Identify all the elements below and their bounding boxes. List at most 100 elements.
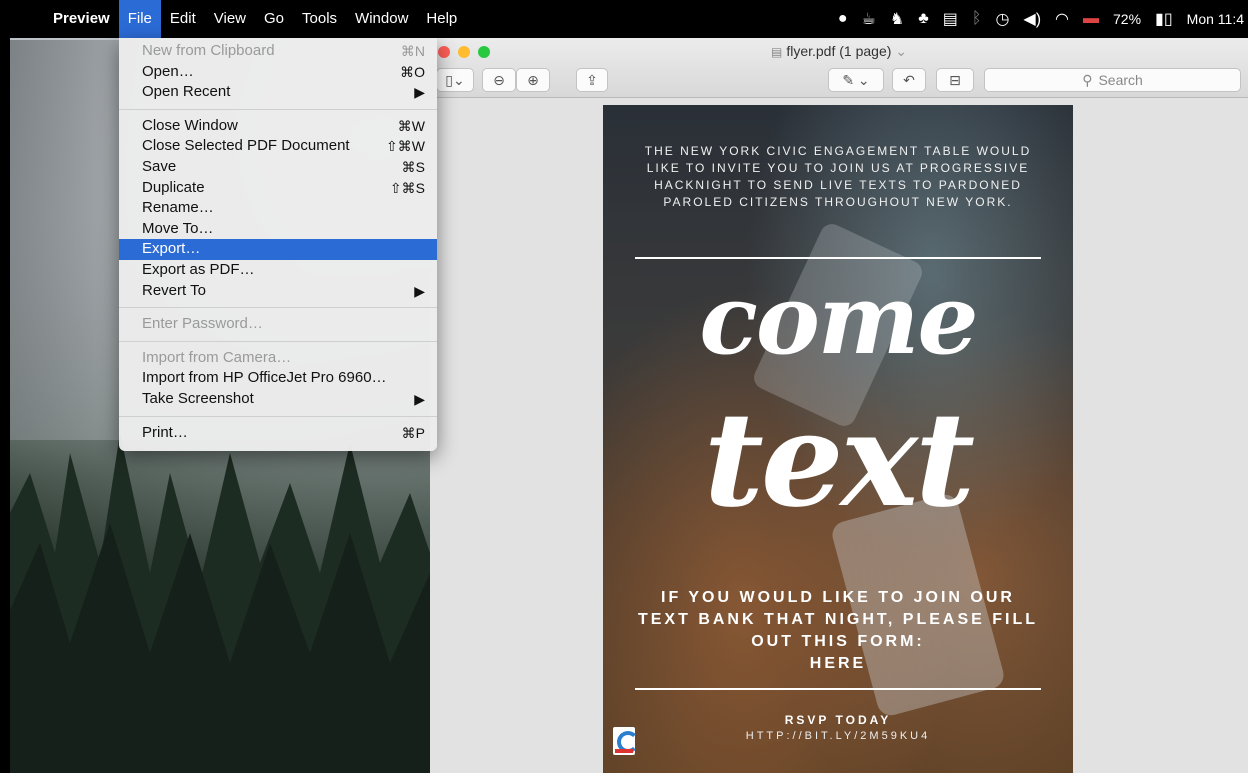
- share-icon: ⇪: [586, 71, 598, 88]
- chevron-down-icon: ⌄: [895, 43, 908, 59]
- share-button[interactable]: ⇪: [576, 68, 608, 92]
- menu-item-save[interactable]: Save ⌘S: [119, 157, 437, 178]
- markup-button[interactable]: ✎ ⌄: [828, 68, 884, 92]
- search-icon: ⚲: [1082, 71, 1093, 88]
- bird-icon[interactable]: ♣: [918, 10, 929, 28]
- menu-view[interactable]: View: [205, 0, 255, 38]
- menu-preview[interactable]: Preview: [44, 0, 119, 38]
- menu-item-close-window[interactable]: Close Window ⌘W: [119, 116, 437, 137]
- clock[interactable]: Mon 11:4: [1187, 11, 1244, 27]
- sidebar-icon: ▯⌄: [445, 71, 465, 88]
- menu-item-shortcut: ⌘N: [400, 43, 425, 59]
- menu-item-label: Save: [142, 157, 177, 175]
- menu-item-import-from-hp-officejet-pro-6960[interactable]: Import from HP OfficeJet Pro 6960…: [119, 368, 437, 389]
- document-view[interactable]: THE NEW YORK CIVIC ENGAGEMENT TABLE WOUL…: [430, 98, 1248, 773]
- menu-item-label: Export as PDF…: [142, 260, 255, 278]
- menu-file[interactable]: File: [118, 0, 161, 38]
- menu-item-shortcut: ⌘P: [401, 424, 425, 441]
- wifi-icon[interactable]: ◠: [1055, 9, 1069, 29]
- coffee-icon[interactable]: ☕: [862, 9, 876, 29]
- flyer-headline-text: text: [703, 383, 975, 536]
- submenu-arrow-icon: ▶: [414, 390, 425, 407]
- menu-item-label: Export…: [142, 240, 201, 258]
- menu-item-label: Enter Password…: [142, 315, 263, 333]
- menu-item-label: Take Screenshot: [142, 389, 254, 407]
- flyer-call-to-action: IF YOU WOULD LIKE TO JOIN OUR TEXT BANK …: [633, 587, 1043, 675]
- menu-item-duplicate[interactable]: Duplicate ⇧⌘S: [119, 178, 437, 199]
- zoom-in-button[interactable]: ⊕: [516, 68, 550, 92]
- volume-icon[interactable]: ◀): [1023, 9, 1041, 29]
- search-placeholder: Search: [1098, 72, 1143, 88]
- menu-bar: Preview File Edit View Go Tools Window H…: [0, 0, 1248, 38]
- menu-item-label: Open Recent: [142, 83, 231, 101]
- menu-item-shortcut: ⇧⌘S: [389, 179, 425, 196]
- flyer-headline-come: come: [699, 263, 978, 376]
- bluetooth-icon[interactable]: ᛒ: [972, 10, 982, 28]
- menu-item-rename[interactable]: Rename…: [119, 198, 437, 219]
- flyer-cta-link[interactable]: HERE: [633, 653, 1043, 675]
- zoom-out-icon: ⊖: [493, 71, 505, 88]
- menu-help[interactable]: Help: [417, 0, 466, 38]
- menu-item-shortcut: ⌘S: [401, 158, 425, 175]
- flag-icon[interactable]: ▬: [1083, 10, 1099, 28]
- pdf-file-icon: ▤: [770, 45, 783, 59]
- menu-item-print[interactable]: Print… ⌘P: [119, 423, 437, 444]
- menu-item-enter-password: Enter Password…: [119, 314, 437, 335]
- flyer-intro: THE NEW YORK CIVIC ENGAGEMENT TABLE WOUL…: [644, 144, 1032, 209]
- toolbox-icon: ⊟: [949, 71, 961, 88]
- menu-item-export[interactable]: Export…: [119, 239, 437, 260]
- menu-item-move-to[interactable]: Move To…: [119, 219, 437, 240]
- document-title[interactable]: ▤ flyer.pdf (1 page) ⌄: [430, 43, 1248, 60]
- menu-separator: [119, 307, 437, 309]
- menu-item-shortcut: ⌘W: [397, 117, 425, 134]
- zoom-out-button[interactable]: ⊖: [482, 68, 516, 92]
- clipboard-icon[interactable]: ▤: [943, 9, 958, 29]
- battery-percentage: 72%: [1113, 11, 1142, 27]
- menu-item-label: Print…: [142, 423, 188, 441]
- menu-item-label: New from Clipboard: [142, 42, 275, 59]
- rotate-button[interactable]: ↶: [892, 68, 926, 92]
- menu-item-label: Duplicate: [142, 178, 205, 196]
- flyer-divider-top: [635, 257, 1041, 259]
- menu-item-label: Move To…: [142, 219, 214, 237]
- app-status-icon-1[interactable]: ●: [838, 10, 848, 28]
- menu-tools[interactable]: Tools: [293, 0, 346, 38]
- menu-window[interactable]: Window: [346, 0, 417, 38]
- window-toolbar: ▤ flyer.pdf (1 page) ⌄ ▯⌄ ⊖ ⊕ ⇪ ✎ ⌄ ↶ ⊟ ⚲…: [430, 38, 1248, 98]
- document-title-text: flyer.pdf (1 page): [786, 43, 892, 59]
- menu-item-take-screenshot[interactable]: Take Screenshot ▶: [119, 389, 437, 410]
- menu-go[interactable]: Go: [255, 0, 293, 38]
- submenu-arrow-icon: ▶: [414, 282, 425, 299]
- time-machine-icon[interactable]: ◷: [995, 9, 1009, 29]
- battery-icon[interactable]: ▮▯: [1155, 9, 1173, 29]
- search-field[interactable]: ⚲ Search: [984, 68, 1241, 92]
- menu-item-label: Import from HP OfficeJet Pro 6960…: [142, 369, 387, 387]
- menu-item-shortcut: ⇧⌘W: [386, 138, 425, 155]
- menu-edit[interactable]: Edit: [161, 0, 205, 38]
- flyer-url[interactable]: HTTP://BIT.LY/2M59KU4: [603, 730, 1073, 742]
- menu-item-export-as-pdf[interactable]: Export as PDF…: [119, 260, 437, 281]
- menu-item-import-from-camera: Import from Camera…: [119, 348, 437, 369]
- menu-item-close-selected-pdf-document[interactable]: Close Selected PDF Document ⇧⌘W: [119, 136, 437, 157]
- menu-separator: [119, 340, 437, 342]
- flyer-rsvp: RSVP TODAY: [784, 713, 892, 727]
- left-edge: [0, 0, 10, 773]
- flyer-cta-text: IF YOU WOULD LIKE TO JOIN OUR TEXT BANK …: [637, 589, 1039, 650]
- rotate-icon: ↶: [903, 71, 915, 88]
- menu-item-new-from-clipboard: New from Clipboard ⌘N: [119, 41, 437, 62]
- menu-item-label: Revert To: [142, 281, 206, 299]
- menu-separator: [119, 108, 437, 110]
- menu-item-label: Import from Camera…: [142, 348, 292, 366]
- file-menu: New from Clipboard ⌘N Open… ⌘O Open Recent ▶ C…: [119, 38, 437, 451]
- flyer-page: THE NEW YORK CIVIC ENGAGEMENT TABLE WOUL…: [603, 105, 1073, 773]
- menu-item-revert-to[interactable]: Revert To ▶: [119, 281, 437, 302]
- toolbox-button[interactable]: ⊟: [936, 68, 974, 92]
- menu-item-open-recent[interactable]: Open Recent ▶: [119, 82, 437, 103]
- elephant-icon[interactable]: ♞: [890, 9, 904, 29]
- menu-item-label: Open…: [142, 62, 194, 80]
- menu-item-open[interactable]: Open… ⌘O: [119, 62, 437, 83]
- sidebar-toggle-button[interactable]: ▯⌄: [436, 68, 474, 92]
- menu-item-label: Rename…: [142, 199, 214, 217]
- submenu-arrow-icon: ▶: [414, 84, 425, 101]
- preview-window: ▤ flyer.pdf (1 page) ⌄ ▯⌄ ⊖ ⊕ ⇪ ✎ ⌄ ↶ ⊟ ⚲…: [430, 38, 1248, 773]
